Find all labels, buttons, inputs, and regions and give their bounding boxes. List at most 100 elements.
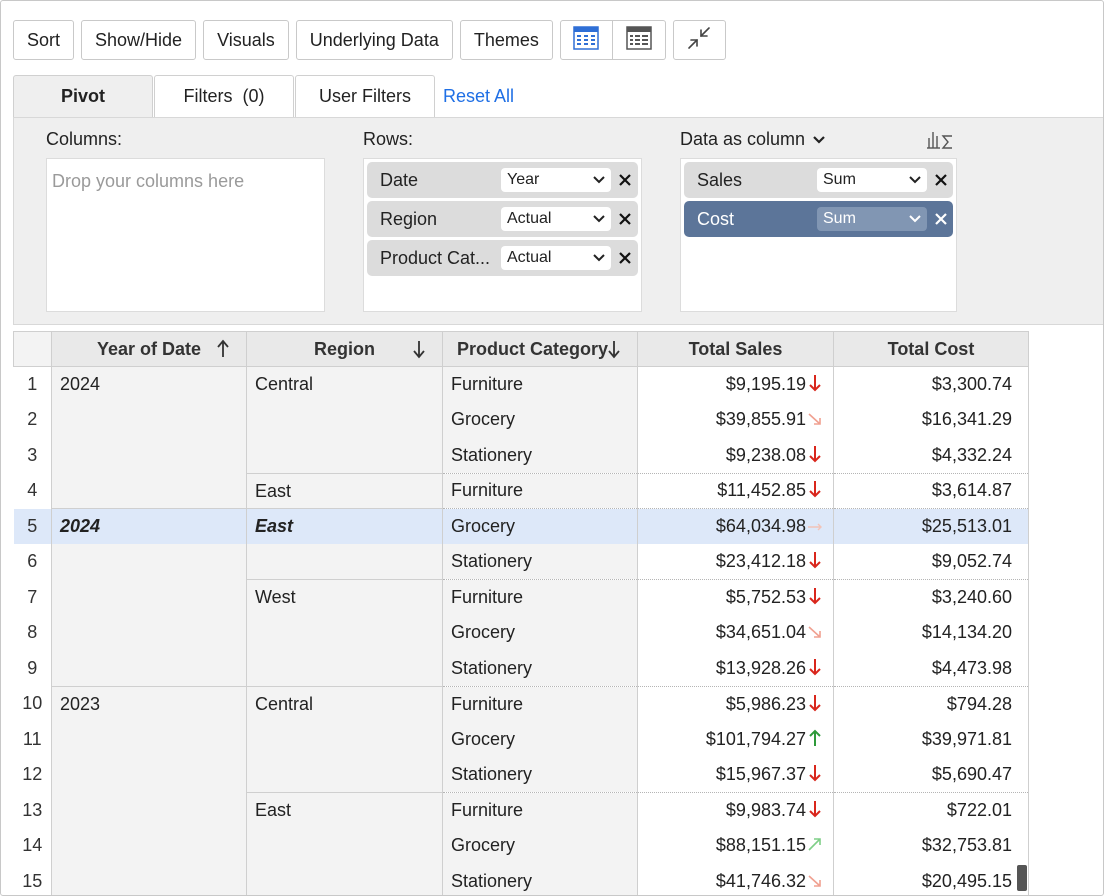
total-cost-cell[interactable]: $25,513.01 <box>833 508 1029 544</box>
product-category-cell[interactable]: Grocery <box>442 402 638 438</box>
data-pill-aggregate-select[interactable]: Sum <box>817 207 927 231</box>
total-cost-cell[interactable]: $794.28 <box>833 685 1029 722</box>
close-icon[interactable] <box>617 172 633 188</box>
product-category-cell[interactable]: Furniture <box>442 579 638 615</box>
table-row[interactable]: 6 Stationery $23,412.18 $9,052.74 <box>13 544 1029 580</box>
underlying-data-button[interactable]: Underlying Data <box>295 20 453 60</box>
row-pill-product-category[interactable]: Product Cat... Actual <box>367 240 638 276</box>
product-category-cell[interactable]: Stationery <box>442 757 638 793</box>
column-header-total-cost[interactable]: Total Cost <box>833 331 1029 367</box>
total-sales-cell[interactable]: $9,238.08 <box>637 437 834 473</box>
product-category-cell[interactable]: Stationery <box>442 437 638 473</box>
total-sales-cell[interactable]: $23,412.18 <box>637 544 834 580</box>
year-cell[interactable]: 2024 <box>51 366 247 402</box>
tab-pivot[interactable]: Pivot <box>13 75 153 117</box>
scrollbar-thumb[interactable] <box>1017 865 1027 891</box>
year-cell[interactable] <box>51 544 247 580</box>
total-sales-cell[interactable]: $9,195.19 <box>637 366 834 402</box>
close-icon[interactable] <box>617 211 633 227</box>
region-cell[interactable] <box>246 721 443 757</box>
sort-descending-icon[interactable] <box>605 339 623 359</box>
total-cost-cell[interactable]: $4,473.98 <box>833 650 1029 686</box>
column-header-total-sales[interactable]: Total Sales <box>637 331 834 367</box>
product-category-cell[interactable]: Stationery <box>442 544 638 580</box>
data-pill-cost[interactable]: Cost Sum <box>684 201 953 237</box>
year-cell[interactable] <box>51 863 247 895</box>
tab-filters[interactable]: Filters (0) <box>154 75 294 117</box>
region-cell[interactable] <box>246 650 443 686</box>
total-sales-cell[interactable]: $13,928.26 <box>637 650 834 686</box>
total-cost-cell[interactable]: $3,614.87 <box>833 472 1029 509</box>
collapse-button[interactable] <box>672 20 726 60</box>
region-cell[interactable]: Central <box>246 685 443 722</box>
year-cell[interactable] <box>51 792 247 828</box>
total-sales-cell[interactable]: $88,151.15 <box>637 828 834 864</box>
year-cell[interactable] <box>51 650 247 686</box>
year-cell[interactable] <box>51 615 247 651</box>
table-row[interactable]: 2 Grocery $39,855.91 $16,341.29 <box>13 402 1029 438</box>
tab-user-filters[interactable]: User Filters <box>295 75 435 117</box>
total-cost-cell[interactable]: $4,332.24 <box>833 437 1029 473</box>
row-pill-aggregate-select[interactable]: Actual <box>501 246 611 270</box>
pivot-table-view-button[interactable] <box>559 20 613 60</box>
region-cell[interactable] <box>246 863 443 895</box>
tabular-view-button[interactable] <box>612 20 666 60</box>
column-header-region[interactable]: Region <box>246 331 443 367</box>
region-cell[interactable] <box>246 828 443 864</box>
product-category-cell[interactable]: Grocery <box>442 508 638 544</box>
data-as-column-dropdown[interactable]: Data as column <box>680 129 827 150</box>
total-sales-cell[interactable]: $41,746.32 <box>637 863 834 895</box>
product-category-cell[interactable]: Furniture <box>442 366 638 402</box>
columns-drop-zone[interactable]: Drop your columns here <box>46 158 325 312</box>
region-cell[interactable]: West <box>246 579 443 615</box>
data-pill-sales[interactable]: Sales Sum <box>684 162 953 198</box>
total-sales-cell[interactable]: $101,794.27 <box>637 721 834 757</box>
total-sales-cell[interactable]: $15,967.37 <box>637 757 834 793</box>
total-cost-cell[interactable]: $16,341.29 <box>833 402 1029 438</box>
total-sales-cell[interactable]: $9,983.74 <box>637 792 834 828</box>
region-cell[interactable]: East <box>246 792 443 828</box>
year-cell[interactable] <box>51 828 247 864</box>
row-pill-region[interactable]: Region Actual <box>367 201 638 237</box>
product-category-cell[interactable]: Furniture <box>442 685 638 722</box>
table-row[interactable]: 7 West Furniture $5,752.53 $3,240.60 <box>13 579 1029 615</box>
product-category-cell[interactable]: Grocery <box>442 721 638 757</box>
year-cell[interactable]: 2023 <box>51 685 247 722</box>
reset-all-link[interactable]: Reset All <box>436 75 514 117</box>
product-category-cell[interactable]: Grocery <box>442 828 638 864</box>
row-pill-aggregate-select[interactable]: Actual <box>501 207 611 231</box>
table-row[interactable]: 15 Stationery $41,746.32 $20,495.15 <box>13 863 1029 895</box>
row-pill-date[interactable]: Date Year <box>367 162 638 198</box>
table-row[interactable]: 14 Grocery $88,151.15 $32,753.81 <box>13 828 1029 864</box>
table-row[interactable]: 3 Stationery $9,238.08 $4,332.24 <box>13 437 1029 473</box>
year-cell[interactable] <box>51 437 247 473</box>
product-category-cell[interactable]: Stationery <box>442 863 638 895</box>
total-sales-cell[interactable]: $39,855.91 <box>637 402 834 438</box>
total-cost-cell[interactable]: $32,753.81 <box>833 828 1029 864</box>
table-row[interactable]: 5 2024 East Grocery $64,034.98 $25,513.01 <box>13 508 1029 544</box>
year-cell[interactable] <box>51 579 247 615</box>
column-header-product-category[interactable]: Product Category <box>442 331 638 367</box>
total-cost-cell[interactable]: $722.01 <box>833 792 1029 828</box>
close-icon[interactable] <box>933 211 949 227</box>
data-drop-zone[interactable]: Sales Sum Cost Sum <box>680 158 957 312</box>
table-row[interactable]: 11 Grocery $101,794.27 $39,971.81 <box>13 721 1029 757</box>
total-cost-cell[interactable]: $9,052.74 <box>833 544 1029 580</box>
table-row[interactable]: 8 Grocery $34,651.04 $14,134.20 <box>13 615 1029 651</box>
total-cost-cell[interactable]: $5,690.47 <box>833 757 1029 793</box>
table-row[interactable]: 10 2023 Central Furniture $5,986.23 $794.28 <box>13 685 1029 722</box>
region-cell[interactable] <box>246 402 443 438</box>
close-icon[interactable] <box>617 250 633 266</box>
summary-settings-icon[interactable] <box>926 128 956 157</box>
table-row[interactable]: 9 Stationery $13,928.26 $4,473.98 <box>13 650 1029 686</box>
total-cost-cell[interactable]: $3,240.60 <box>833 579 1029 615</box>
sort-button[interactable]: Sort <box>13 20 75 60</box>
visuals-button[interactable]: Visuals <box>203 20 289 60</box>
total-cost-cell[interactable]: $3,300.74 <box>833 366 1029 402</box>
year-cell[interactable] <box>51 757 247 793</box>
region-cell[interactable]: East <box>246 508 443 544</box>
region-cell[interactable]: Central <box>246 366 443 402</box>
data-pill-aggregate-select[interactable]: Sum <box>817 168 927 192</box>
region-cell[interactable] <box>246 615 443 651</box>
region-cell[interactable]: East <box>246 472 443 509</box>
